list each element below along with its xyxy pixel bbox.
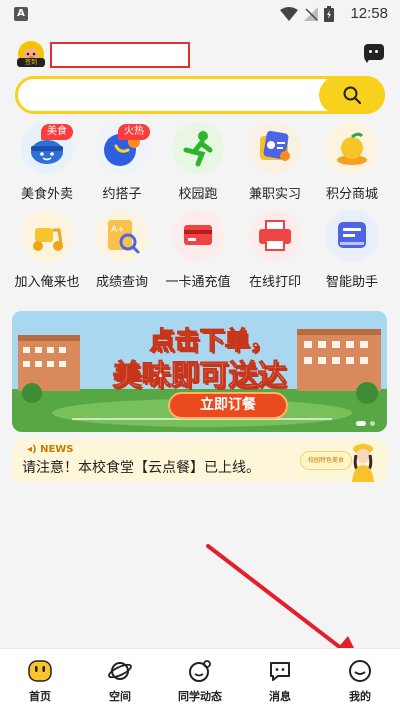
grid-item-label: 积分商城 (325, 187, 378, 202)
pagination-dot (370, 421, 375, 426)
moments-icon (189, 660, 211, 682)
grid-item-label: 智能助手 (325, 275, 378, 290)
grid-item-food-delivery[interactable]: 美食 美食外卖 (7, 122, 87, 202)
clock: 12:58 (350, 5, 388, 22)
news-label: ◂) NEWS (27, 444, 74, 455)
tag-badge: 美食 (41, 124, 73, 140)
grid-item-card-topup[interactable]: 一卡通充值 (158, 210, 238, 290)
tab-label: 我的 (349, 690, 371, 703)
chat-icon-tail (364, 58, 370, 63)
grid-item-label: 加入俺来也 (14, 275, 80, 290)
tab-messages[interactable]: 消息 (240, 649, 320, 711)
tab-home[interactable]: 首页 (0, 649, 80, 711)
grid-item-buddy[interactable]: 火热 约搭子 (82, 122, 162, 202)
banner-headline-2: 美味即可送达 (112, 358, 287, 393)
tab-label: 消息 (269, 690, 291, 703)
grid-item-assistant[interactable]: 智能助手 (312, 210, 392, 290)
notification-app-icon: A (14, 7, 28, 21)
tab-profile[interactable]: 我的 (320, 649, 400, 711)
speaker-icon: ◂) (27, 444, 37, 455)
grid-item-label: 在线打印 (248, 275, 301, 290)
wifi-icon (280, 7, 298, 21)
bottom-tab-bar: 首页 空间 同学动态 消息 我的 (0, 648, 400, 711)
printer-icon (249, 210, 301, 262)
profile-icon (349, 660, 371, 682)
points-mall-icon (326, 122, 378, 174)
promo-banner[interactable]: 点击下单， 美味即可送达 立即订餐 (12, 311, 387, 432)
checkin-badge[interactable]: 签到 (17, 58, 45, 67)
grid-item-label: 兼职实习 (248, 187, 301, 202)
assistant-icon (326, 210, 378, 262)
grid-item-label: 校园跑 (178, 187, 218, 202)
news-chip[interactable]: 校园特色美食 (300, 451, 352, 470)
no-signal-icon (304, 7, 318, 21)
news-ticker[interactable]: ◂) NEWS 请注意！本校食堂【云点餐】已上线。 校园特色美食 (12, 439, 387, 482)
search-button[interactable] (319, 76, 385, 114)
grid-item-label: 成绩查询 (95, 275, 148, 290)
grid-item-grades[interactable]: A+ 成绩查询 (82, 210, 162, 290)
tab-space[interactable]: 空间 (80, 649, 160, 711)
grid-item-label: 美食外卖 (20, 187, 73, 202)
tab-label: 空间 (109, 690, 131, 703)
news-tag-text: NEWS (40, 444, 74, 455)
tab-label: 同学动态 (178, 690, 222, 703)
grid-item-label: 约搭子 (102, 187, 142, 202)
grid-item-campus-run[interactable]: 校园跑 (158, 122, 238, 202)
tag-badge: 火热 (118, 124, 150, 140)
message-icon (270, 662, 290, 681)
grid-item-label: 一卡通充值 (165, 275, 231, 290)
search-icon (343, 86, 361, 104)
news-text: 请注意！本校食堂【云点餐】已上线。 (22, 460, 260, 476)
username-field[interactable] (50, 42, 190, 68)
card-topup-icon (172, 210, 224, 262)
order-now-button[interactable]: 立即订餐 (168, 392, 288, 419)
mascot-girl-icon (352, 444, 374, 482)
grid-item-part-time[interactable]: 兼职实习 (235, 122, 315, 202)
scooter-icon (21, 210, 73, 262)
grid-item-print[interactable]: 在线打印 (235, 210, 315, 290)
svg-text:A+: A+ (111, 225, 125, 235)
grid-item-points-mall[interactable]: 积分商城 (312, 122, 392, 202)
battery-icon (324, 6, 334, 22)
banner-pagination (356, 421, 375, 426)
id-card-icon (249, 122, 301, 174)
tab-moments[interactable]: 同学动态 (160, 649, 240, 711)
pagination-dot-active (356, 421, 366, 426)
search-bar[interactable] (15, 76, 385, 114)
tab-label: 首页 (29, 690, 51, 703)
home-icon (28, 660, 52, 682)
grid-item-join[interactable]: 加入俺来也 (7, 210, 87, 290)
grade-search-icon: A+ (96, 210, 148, 262)
runner-icon (172, 122, 224, 174)
planet-icon (108, 662, 132, 680)
status-icons (280, 6, 334, 22)
status-bar: A 12:58 (0, 0, 400, 28)
